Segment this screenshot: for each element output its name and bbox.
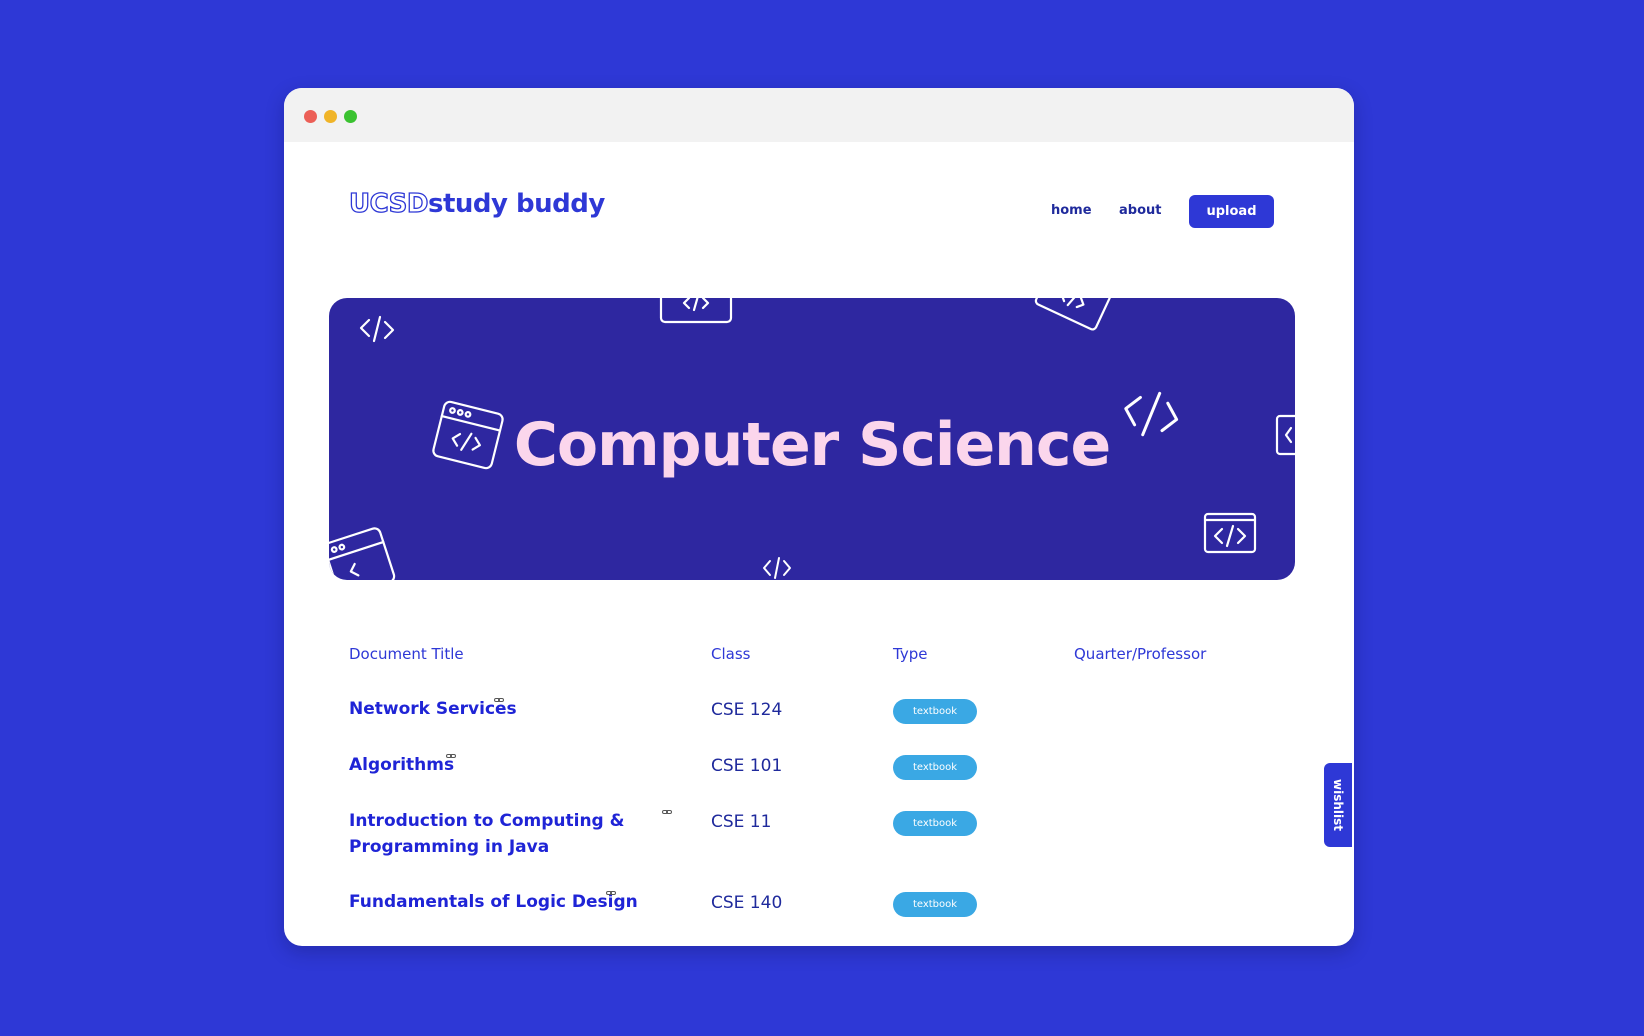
code-icon xyxy=(359,315,395,343)
class-code: CSE 11 xyxy=(711,812,772,832)
document-title-link[interactable]: Fundamentals of Logic Design xyxy=(349,889,638,915)
document-title-link[interactable]: Network Services xyxy=(349,696,517,722)
upload-button[interactable]: upload xyxy=(1189,195,1274,228)
close-window-button[interactable] xyxy=(304,110,317,123)
column-header-quarter-professor: Quarter/Professor xyxy=(1074,645,1207,663)
document-title-link[interactable]: Algorithms xyxy=(349,752,454,778)
nav-home-link[interactable]: home xyxy=(1051,203,1092,218)
wishlist-label: wishlist xyxy=(1331,779,1345,831)
link-icon xyxy=(494,698,504,702)
window-titlebar xyxy=(284,88,1354,142)
nav-about-link[interactable]: about xyxy=(1119,203,1161,218)
link-icon xyxy=(606,891,616,895)
browser-window: UCSDstudy buddy home about upload Comput… xyxy=(284,88,1354,946)
wishlist-tab[interactable]: wishlist xyxy=(1324,763,1352,847)
column-header-type: Type xyxy=(893,645,928,663)
class-code: CSE 101 xyxy=(711,756,783,776)
browser-window-icon xyxy=(329,527,396,580)
column-header-title: Document Title xyxy=(349,645,464,663)
type-badge: textbook xyxy=(893,892,977,917)
code-window-icon xyxy=(659,298,733,324)
document-title-link[interactable]: Introduction to Computing & xyxy=(349,808,624,834)
code-window-icon xyxy=(1203,512,1257,554)
code-icon xyxy=(763,557,791,579)
link-icon xyxy=(446,754,456,758)
maximize-window-button[interactable] xyxy=(344,110,357,123)
site-logo[interactable]: UCSDstudy buddy xyxy=(348,188,605,219)
hero-banner: Computer Science xyxy=(329,298,1295,580)
type-badge: textbook xyxy=(893,699,977,724)
class-code: CSE 124 xyxy=(711,700,783,720)
logo-ucsd: UCSD xyxy=(348,188,429,219)
page-title: Computer Science xyxy=(513,410,1111,480)
minimize-window-button[interactable] xyxy=(324,110,337,123)
link-icon xyxy=(662,810,672,814)
class-code: CSE 140 xyxy=(711,893,783,913)
type-badge: textbook xyxy=(893,755,977,780)
column-header-class: Class xyxy=(711,645,751,663)
type-badge: textbook xyxy=(893,811,977,836)
code-window-icon xyxy=(1034,298,1112,331)
document-title-link-line2[interactable]: Programming in Java xyxy=(349,834,549,860)
logo-study-buddy: study buddy xyxy=(427,189,605,219)
